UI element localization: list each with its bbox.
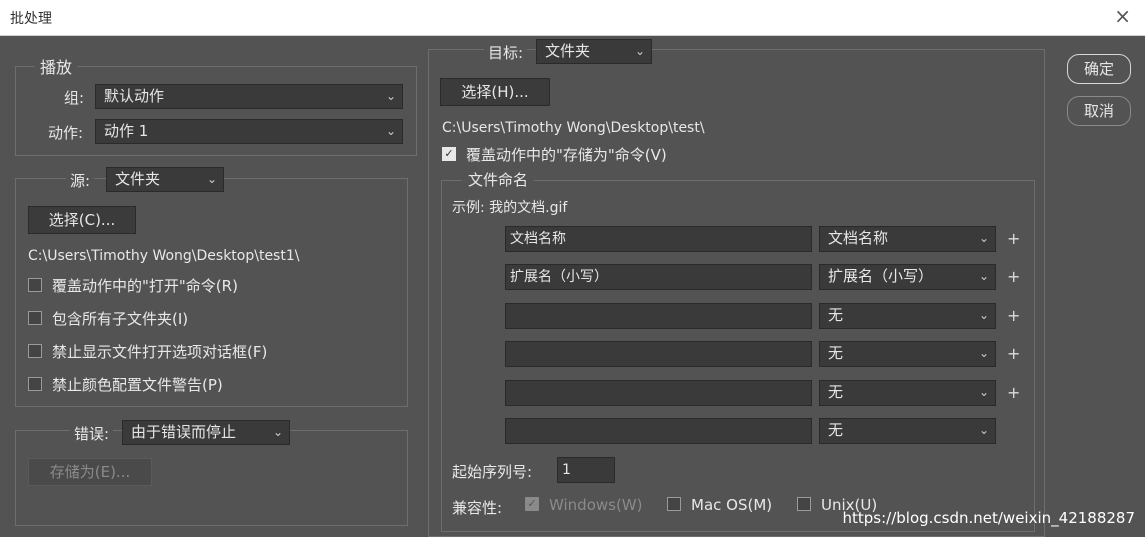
suppress-open-dialog-checkbox[interactable]: 禁止显示文件打开选项对话框(F) bbox=[28, 341, 267, 362]
start-serial-input[interactable]: 1 bbox=[557, 457, 615, 483]
compat-windows-checkbox[interactable]: ✓ Windows(W) bbox=[525, 496, 643, 514]
errors-select-value: 由于错误而停止 bbox=[131, 423, 237, 441]
naming-example: 示例: 我的文档.gif bbox=[452, 200, 568, 216]
target-select[interactable]: 文件夹 ⌄ bbox=[536, 39, 652, 64]
checkbox-box[interactable] bbox=[797, 496, 811, 511]
compat-label: 兼容性: bbox=[452, 499, 503, 517]
add-row-icon[interactable]: + bbox=[1007, 306, 1020, 325]
override-open-checkbox[interactable]: 覆盖动作中的"打开"命令(R) bbox=[28, 275, 238, 296]
save-as-button[interactable]: 存储为(E)... bbox=[28, 458, 152, 486]
source-select-value: 文件夹 bbox=[115, 170, 161, 188]
close-icon[interactable]: × bbox=[1114, 4, 1131, 28]
source-choose-button[interactable]: 选择(C)... bbox=[28, 206, 136, 234]
chevron-down-icon: ⌄ bbox=[206, 172, 217, 186]
naming-select-1[interactable]: 文档名称 ⌄ bbox=[819, 226, 996, 252]
naming-field-6[interactable] bbox=[505, 418, 812, 444]
title-bar: 批处理 × bbox=[0, 0, 1145, 36]
cancel-button[interactable]: 取消 bbox=[1067, 96, 1131, 126]
target-choose-button[interactable]: 选择(H)... bbox=[440, 78, 550, 106]
naming-select-3[interactable]: 无 ⌄ bbox=[819, 303, 996, 329]
chevron-down-icon: ⌄ bbox=[272, 425, 283, 439]
add-row-icon[interactable]: + bbox=[1007, 344, 1020, 363]
checkbox-box[interactable]: ✓ bbox=[442, 146, 456, 161]
file-naming-legend: 文件命名 bbox=[462, 169, 535, 190]
checkbox-box[interactable] bbox=[28, 277, 42, 292]
chevron-down-icon: ⌄ bbox=[385, 89, 396, 103]
chevron-down-icon: ⌄ bbox=[978, 346, 989, 360]
naming-select-value: 无 bbox=[828, 421, 844, 439]
action-select-value: 动作 1 bbox=[104, 122, 149, 140]
checkbox-box[interactable] bbox=[28, 310, 42, 325]
ok-button[interactable]: 确定 bbox=[1067, 54, 1131, 84]
include-subfolders-checkbox[interactable]: 包含所有子文件夹(I) bbox=[28, 308, 188, 329]
group-select-value: 默认动作 bbox=[104, 87, 165, 105]
naming-select-value: 无 bbox=[828, 306, 844, 324]
chevron-down-icon: ⌄ bbox=[978, 231, 989, 245]
chevron-down-icon: ⌄ bbox=[978, 423, 989, 437]
naming-select-6[interactable]: 无 ⌄ bbox=[819, 418, 996, 444]
naming-select-value: 无 bbox=[828, 383, 844, 401]
target-label: 目标: bbox=[484, 42, 528, 63]
chevron-down-icon: ⌄ bbox=[978, 308, 989, 322]
compat-macos-checkbox[interactable]: Mac OS(M) bbox=[667, 496, 772, 514]
naming-select-value: 文档名称 bbox=[828, 229, 889, 247]
naming-field-1[interactable]: 文档名称 bbox=[505, 226, 812, 252]
watermark-text: https://blog.csdn.net/weixin_42188287 bbox=[842, 509, 1135, 527]
add-row-icon[interactable]: + bbox=[1007, 229, 1020, 248]
checkbox-box[interactable] bbox=[28, 343, 42, 358]
checkbox-label: 覆盖动作中的"打开"命令(R) bbox=[52, 277, 238, 295]
naming-select-2[interactable]: 扩展名（小写） ⌄ bbox=[819, 264, 996, 290]
add-row-icon[interactable]: + bbox=[1007, 383, 1020, 402]
suppress-color-warning-checkbox[interactable]: 禁止颜色配置文件警告(P) bbox=[28, 374, 223, 395]
naming-field-2[interactable]: 扩展名（小写） bbox=[505, 264, 812, 290]
errors-label: 错误: bbox=[70, 423, 114, 444]
target-select-value: 文件夹 bbox=[545, 42, 591, 60]
action-select[interactable]: 动作 1 ⌄ bbox=[95, 119, 403, 144]
start-serial-label: 起始序列号: bbox=[452, 463, 533, 481]
checkbox-box[interactable]: ✓ bbox=[525, 496, 539, 511]
action-label: 动作: bbox=[48, 124, 84, 142]
checkbox-label: 包含所有子文件夹(I) bbox=[52, 310, 189, 328]
window-title: 批处理 bbox=[10, 11, 52, 27]
errors-select[interactable]: 由于错误而停止 ⌄ bbox=[122, 420, 290, 445]
override-save-as-checkbox[interactable]: ✓ 覆盖动作中的"存储为"命令(V) bbox=[442, 144, 667, 165]
naming-select-4[interactable]: 无 ⌄ bbox=[819, 341, 996, 367]
naming-field-4[interactable] bbox=[505, 341, 812, 367]
group-select[interactable]: 默认动作 ⌄ bbox=[95, 84, 403, 109]
checkbox-label: 覆盖动作中的"存储为"命令(V) bbox=[466, 146, 667, 164]
naming-select-5[interactable]: 无 ⌄ bbox=[819, 380, 996, 406]
naming-select-value: 扩展名（小写） bbox=[828, 267, 934, 285]
checkbox-label: 禁止显示文件打开选项对话框(F) bbox=[52, 343, 268, 361]
naming-select-value: 无 bbox=[828, 344, 844, 362]
group-label: 组: bbox=[64, 89, 85, 107]
naming-field-5[interactable] bbox=[505, 380, 812, 406]
checkbox-box[interactable] bbox=[28, 376, 42, 391]
checkbox-box[interactable] bbox=[667, 496, 681, 511]
chevron-down-icon: ⌄ bbox=[634, 44, 645, 58]
source-path: C:\Users\Timothy Wong\Desktop\test1\ bbox=[28, 248, 300, 264]
checkbox-label: Windows(W) bbox=[549, 496, 643, 514]
add-row-icon[interactable]: + bbox=[1007, 267, 1020, 286]
checkbox-label: Mac OS(M) bbox=[691, 496, 773, 514]
chevron-down-icon: ⌄ bbox=[978, 269, 989, 283]
naming-field-3[interactable] bbox=[505, 303, 812, 329]
checkbox-label: 禁止颜色配置文件警告(P) bbox=[52, 376, 223, 394]
source-label: 源: bbox=[66, 170, 95, 191]
source-select[interactable]: 文件夹 ⌄ bbox=[106, 167, 224, 192]
target-path: C:\Users\Timothy Wong\Desktop\test\ bbox=[442, 120, 705, 136]
chevron-down-icon: ⌄ bbox=[385, 124, 396, 138]
play-legend: 播放 bbox=[34, 54, 79, 78]
chevron-down-icon: ⌄ bbox=[978, 385, 989, 399]
